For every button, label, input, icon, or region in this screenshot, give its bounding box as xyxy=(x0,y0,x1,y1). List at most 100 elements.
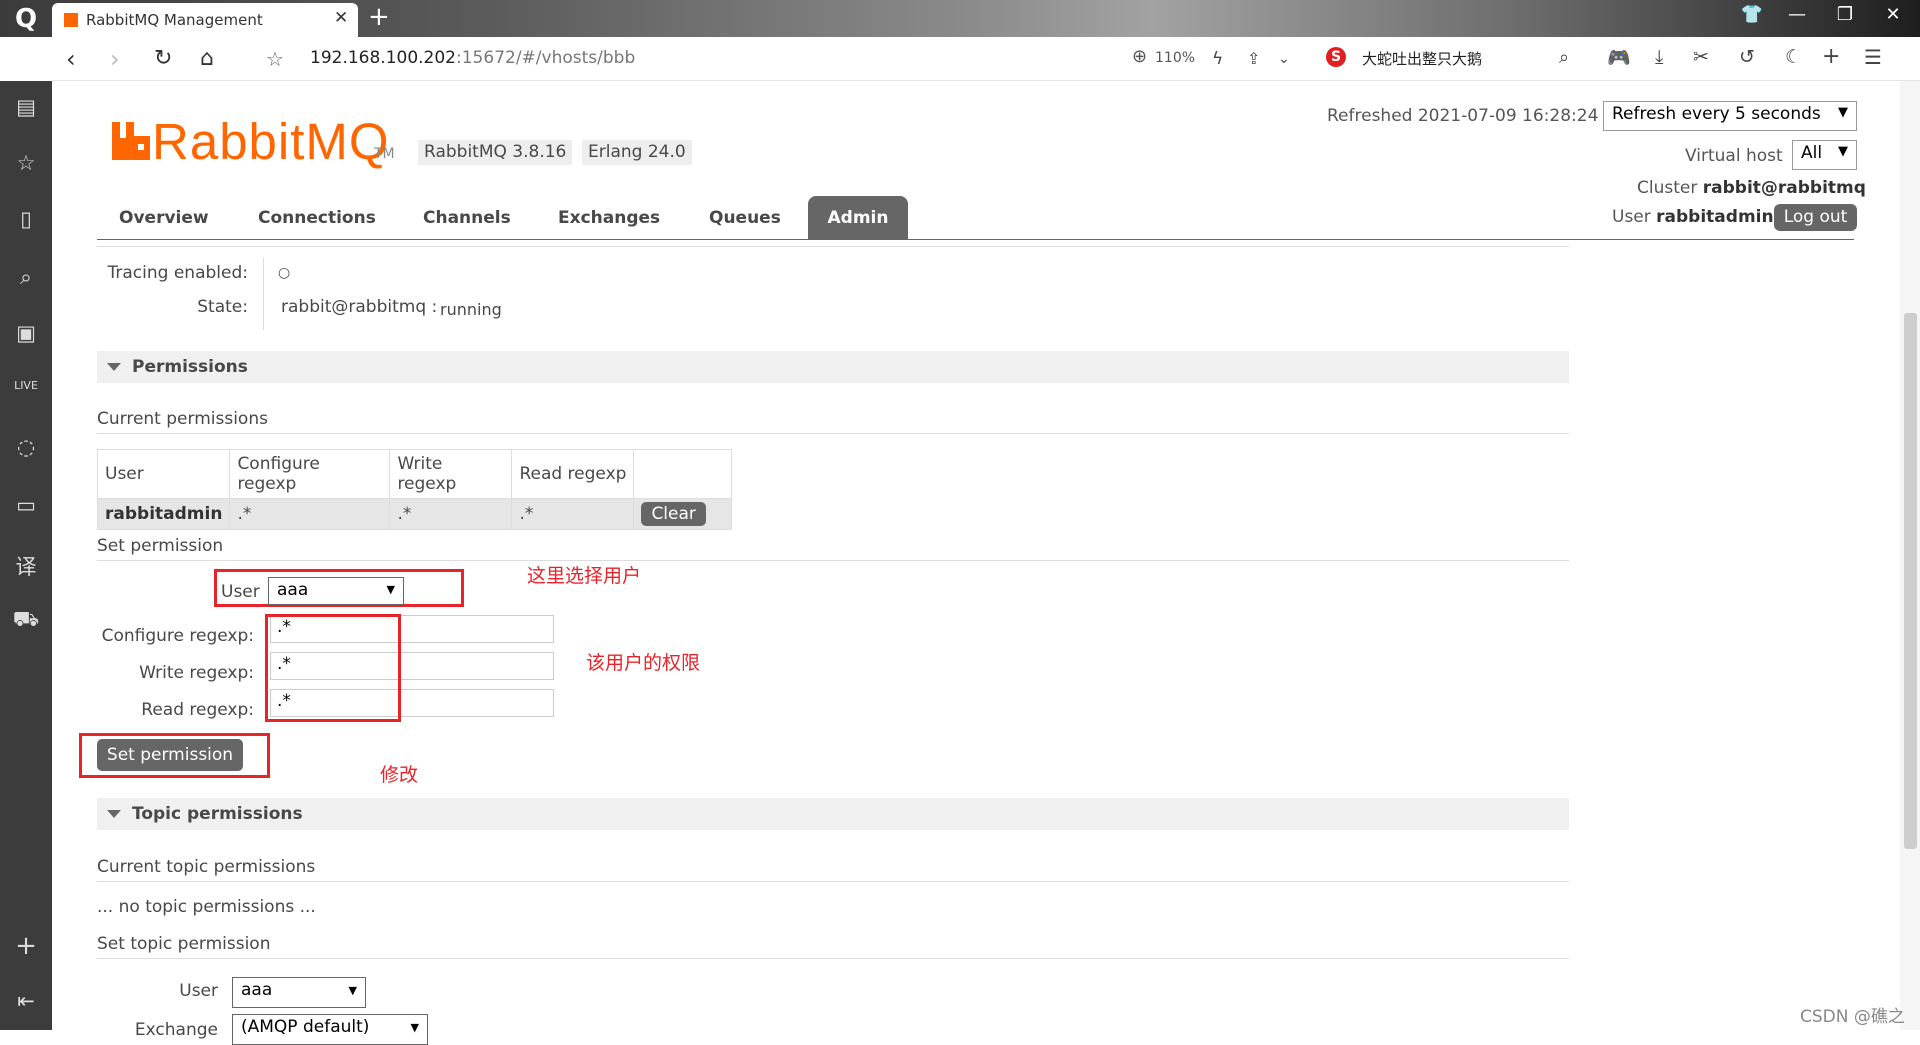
dropdown-arrow-icon: ▼ xyxy=(348,984,357,997)
bookmark-star-icon[interactable]: ☆ xyxy=(266,47,284,71)
permissions-title: Permissions xyxy=(132,357,248,377)
zoom-icon[interactable]: ⊕ xyxy=(1132,46,1147,67)
live-icon[interactable]: LIVE xyxy=(0,379,52,392)
forward-icon[interactable]: › xyxy=(110,45,120,73)
annotation-user-permissions: 该用户的权限 xyxy=(586,652,701,674)
browser-logo-icon[interactable]: Q xyxy=(8,3,44,35)
rabbitmq-version: RabbitMQ 3.8.16 xyxy=(418,140,573,165)
undo-icon[interactable]: ↺ xyxy=(1739,46,1755,68)
vhost-select[interactable]: All ▼ xyxy=(1792,140,1857,170)
game-icon[interactable]: 🎮 xyxy=(1607,46,1631,69)
column-header-empty xyxy=(633,449,733,499)
lightning-icon[interactable]: ϟ xyxy=(1212,49,1223,69)
restore-icon[interactable]: ❐ xyxy=(1830,4,1860,25)
home-icon[interactable]: ⌂ xyxy=(200,46,214,71)
reading-icon[interactable]: ▯ xyxy=(0,207,52,231)
refresh-interval-select[interactable]: Refresh every 5 seconds ▼ xyxy=(1603,101,1857,131)
column-header: Configure regexp xyxy=(229,449,391,499)
search-icon[interactable]: ⌕ xyxy=(1559,47,1569,68)
browser-tab[interactable]: RabbitMQ Management ✕ xyxy=(52,3,358,37)
cell-user: rabbitadmin xyxy=(96,498,231,530)
news-icon[interactable]: ▤ xyxy=(0,95,52,119)
divider xyxy=(97,246,1569,247)
permissions-section-header[interactable]: Permissions xyxy=(97,351,1569,383)
annotation-select-user: 这里选择用户 xyxy=(527,565,642,587)
highlight-box xyxy=(79,733,270,778)
set-topic-permission-title: Set topic permission xyxy=(97,934,1569,959)
sidebar-add-icon[interactable]: + xyxy=(0,931,52,961)
vhost-label: Virtual host xyxy=(1685,146,1783,166)
tab-queues[interactable]: Queues xyxy=(709,208,781,228)
cart-icon[interactable]: ⛟ xyxy=(0,607,52,634)
topic-user-label: User xyxy=(179,981,218,1001)
tracing-label: Tracing enabled: xyxy=(107,263,248,283)
skin-icon[interactable]: 👕 xyxy=(1737,4,1767,25)
tab-exchanges[interactable]: Exchanges xyxy=(558,208,660,228)
zoom-level[interactable]: 110% xyxy=(1155,50,1195,66)
cluster-label: Cluster xyxy=(1637,178,1698,198)
configure-label: Configure regexp: xyxy=(101,626,254,646)
window-close-icon[interactable]: ✕ xyxy=(1878,4,1908,25)
exchange-value: (AMQP default) xyxy=(241,1017,370,1037)
rabbitmq-mark-icon xyxy=(112,122,150,160)
cluster-info: Cluster rabbit@rabbitmq xyxy=(1637,178,1866,198)
cell-action: Clear xyxy=(633,498,733,530)
no-topic-permissions-text: ... no topic permissions ... xyxy=(97,897,316,917)
clear-button[interactable]: Clear xyxy=(641,502,706,526)
cell-read: .* xyxy=(511,498,635,530)
topic-user-value: aaa xyxy=(241,980,273,1000)
add-icon[interactable]: + xyxy=(1822,44,1840,69)
write-label: Write regexp: xyxy=(139,663,254,683)
tab-channels[interactable]: Channels xyxy=(423,208,511,228)
topic-permissions-title: Topic permissions xyxy=(132,804,303,824)
scissors-icon[interactable]: ✂ xyxy=(1693,46,1709,68)
annotation-modify: 修改 xyxy=(380,764,419,786)
minimize-icon[interactable]: — xyxy=(1782,4,1812,25)
topic-user-select[interactable]: aaa ▼ xyxy=(232,977,366,1008)
briefcase-icon[interactable]: ▭ xyxy=(0,493,52,517)
tab-overview[interactable]: Overview xyxy=(119,208,209,228)
search-suggestion[interactable]: 大蛇吐出整只大鹅 xyxy=(1362,48,1482,69)
search-engine-icon[interactable]: S xyxy=(1326,47,1346,67)
share-icon[interactable]: ⇪ xyxy=(1247,49,1260,68)
column-header: Write regexp xyxy=(389,449,513,499)
refreshed-timestamp: Refreshed 2021-07-09 16:28:24 xyxy=(1327,106,1599,126)
dropdown-arrow-icon: ▼ xyxy=(410,1021,419,1034)
tab-connections[interactable]: Connections xyxy=(258,208,376,228)
tab-admin[interactable]: Admin xyxy=(808,196,908,240)
set-user-label: User xyxy=(221,582,260,602)
table-header-row: User Configure regexp Write regexp Read … xyxy=(96,449,733,499)
favorites-icon[interactable]: ☆ xyxy=(0,151,52,175)
url-field[interactable]: 192.168.100.202:15672/#/vhosts/bbb xyxy=(310,48,635,68)
address-toolbar: ‹ › ↻ ⌂ ☆ 192.168.100.202:15672/#/vhosts… xyxy=(52,37,1920,81)
scrollbar-thumb[interactable] xyxy=(1904,313,1917,849)
cluster-name: rabbit@rabbitmq xyxy=(1702,178,1866,198)
dropdown-chevron-icon[interactable]: ⌄ xyxy=(1278,51,1290,67)
column-header: Read regexp xyxy=(511,449,635,499)
new-tab-icon[interactable]: + xyxy=(368,2,390,32)
read-label: Read regexp: xyxy=(141,700,254,720)
sidebar-search-icon[interactable]: ⌕ xyxy=(0,265,52,290)
tab-title: RabbitMQ Management xyxy=(86,11,263,29)
back-icon[interactable]: ‹ xyxy=(66,45,76,73)
collapse-triangle-icon xyxy=(107,810,121,818)
tab-close-icon[interactable]: ✕ xyxy=(334,8,348,28)
state-label: State: xyxy=(197,297,248,317)
dropdown-arrow-icon: ▼ xyxy=(386,583,395,596)
chat-icon[interactable]: ◌ xyxy=(0,435,52,459)
menu-icon[interactable]: ☰ xyxy=(1864,45,1882,69)
download-icon[interactable]: ⤓ xyxy=(1655,46,1663,68)
topic-permissions-section-header[interactable]: Topic permissions xyxy=(97,798,1569,830)
permissions-table: User Configure regexp Write regexp Read … xyxy=(96,449,733,530)
reload-icon[interactable]: ↻ xyxy=(154,46,172,71)
brand-name: RabbitMQ xyxy=(152,113,390,170)
collapse-sidebar-icon[interactable]: ⇤ xyxy=(0,989,52,1013)
night-mode-icon[interactable]: ☾ xyxy=(1785,46,1802,68)
highlight-box xyxy=(265,614,401,722)
set-user-select[interactable]: aaa ▼ xyxy=(268,577,404,605)
browser-tab-bar: Q RabbitMQ Management ✕ + 👕 — ❐ ✕ xyxy=(0,0,1920,37)
current-topic-permissions-title: Current topic permissions xyxy=(97,857,1569,882)
translate-icon[interactable]: 译 xyxy=(0,551,52,581)
video-icon[interactable]: ▣ xyxy=(0,321,52,345)
erlang-version: Erlang 24.0 xyxy=(582,140,692,165)
